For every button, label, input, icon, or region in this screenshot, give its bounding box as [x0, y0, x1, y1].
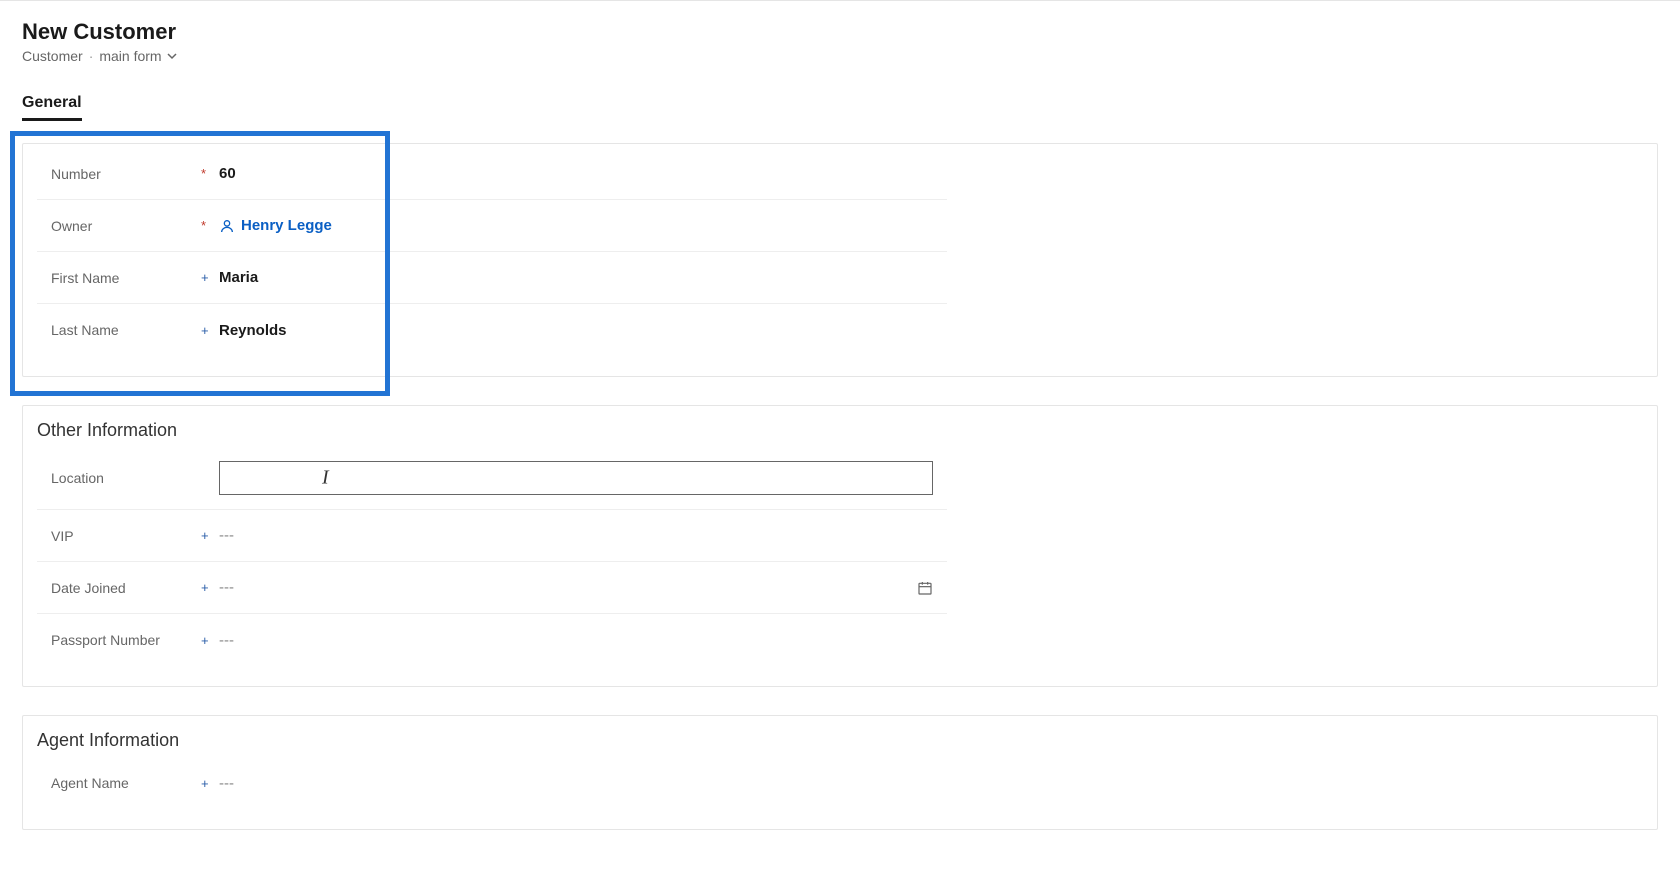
breadcrumb-entity: Customer: [22, 48, 83, 64]
field-label-last-name: Last Name: [51, 322, 201, 338]
chevron-down-icon: [166, 50, 178, 62]
recommended-marker: +: [201, 776, 219, 791]
calendar-icon[interactable]: [917, 580, 933, 596]
section-general: Number * 60 Owner * Henry Legge: [22, 143, 1658, 377]
section-agent-information: Agent Information Agent Name + ---: [22, 715, 1658, 830]
field-label-date-joined: Date Joined: [51, 580, 201, 596]
section-title-agent: Agent Information: [23, 716, 1657, 757]
location-input[interactable]: [219, 461, 933, 495]
field-label-owner: Owner: [51, 218, 201, 234]
form-selector-label: main form: [99, 48, 161, 64]
field-value-last-name: Reynolds: [219, 322, 933, 339]
field-passport-number[interactable]: Passport Number + ---: [37, 614, 947, 666]
required-marker: *: [201, 166, 219, 181]
owner-name: Henry Legge: [241, 217, 332, 234]
field-owner[interactable]: Owner * Henry Legge: [37, 200, 947, 252]
recommended-marker: +: [201, 528, 219, 543]
field-value-date-joined: ---: [219, 579, 917, 596]
recommended-marker: +: [201, 323, 219, 338]
field-value-first-name: Maria: [219, 269, 933, 286]
page-header: New Customer Customer · main form: [22, 19, 1658, 64]
person-icon: [219, 218, 235, 234]
tab-general[interactable]: General: [22, 94, 82, 121]
recommended-marker: +: [201, 580, 219, 595]
breadcrumb: Customer · main form: [22, 48, 1658, 64]
field-value-number: 60: [219, 165, 933, 182]
required-marker: *: [201, 218, 219, 233]
owner-link[interactable]: Henry Legge: [219, 217, 933, 234]
field-label-number: Number: [51, 166, 201, 182]
field-last-name[interactable]: Last Name + Reynolds: [37, 304, 947, 356]
field-label-vip: VIP: [51, 528, 201, 544]
section-title-other: Other Information: [23, 406, 1657, 447]
recommended-marker: +: [201, 270, 219, 285]
field-date-joined[interactable]: Date Joined + ---: [37, 562, 947, 614]
page-title: New Customer: [22, 19, 1658, 45]
field-first-name[interactable]: First Name + Maria: [37, 252, 947, 304]
field-label-first-name: First Name: [51, 270, 201, 286]
tab-bar: General: [22, 94, 1658, 121]
field-label-location: Location: [51, 470, 201, 486]
field-vip[interactable]: VIP + ---: [37, 510, 947, 562]
field-label-agent-name: Agent Name: [51, 775, 201, 791]
field-value-agent-name: ---: [219, 775, 933, 792]
form-selector[interactable]: main form: [99, 48, 177, 64]
field-value-vip: ---: [219, 527, 933, 544]
field-value-passport: ---: [219, 632, 933, 649]
section-other-information: Other Information Location I VIP + --- D…: [22, 405, 1658, 687]
recommended-marker: +: [201, 633, 219, 648]
field-agent-name[interactable]: Agent Name + ---: [37, 757, 947, 809]
field-label-passport: Passport Number: [51, 632, 201, 648]
field-number[interactable]: Number * 60: [37, 148, 947, 200]
field-location[interactable]: Location I: [37, 447, 947, 510]
breadcrumb-separator: ·: [89, 48, 94, 64]
